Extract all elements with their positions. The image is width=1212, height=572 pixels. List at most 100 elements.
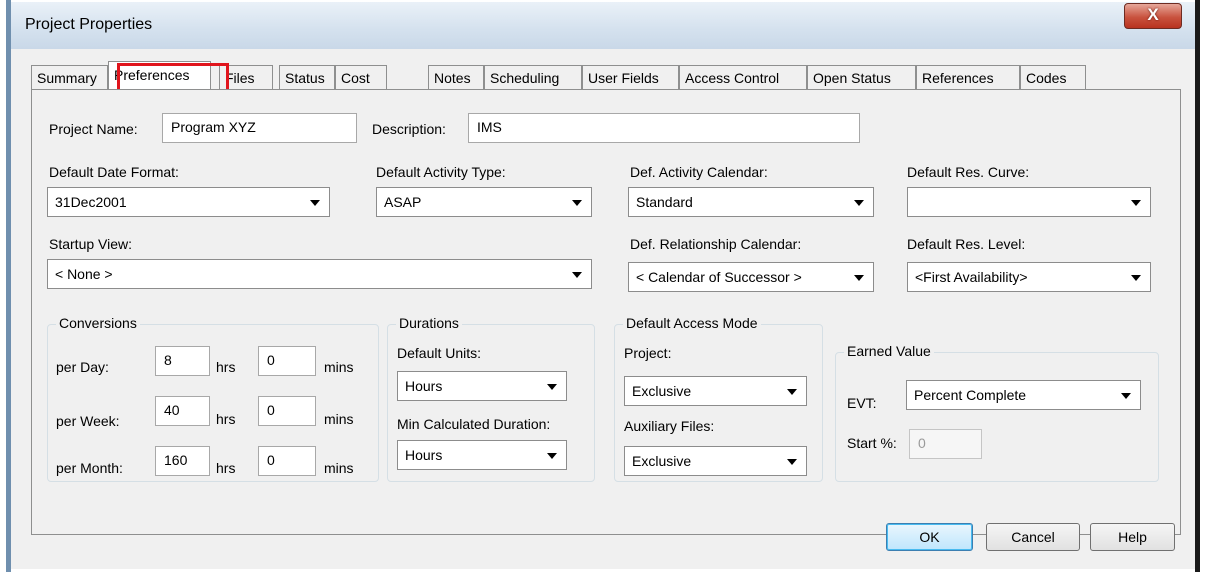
per-day-label: per Day: (56, 359, 109, 375)
per-week-label: per Week: (56, 413, 120, 429)
project-name-input[interactable]: Program XYZ (162, 113, 357, 143)
durations-title: Durations (396, 315, 462, 331)
hrs-unit: hrs (216, 359, 236, 375)
tab-cost[interactable]: Cost (335, 65, 387, 89)
activity-calendar-label: Def. Activity Calendar: (630, 164, 768, 180)
tab-label: User Fields (588, 70, 659, 86)
window-title: Project Properties (25, 16, 153, 33)
per-month-mins-input[interactable]: 0 (258, 446, 316, 476)
tab-codes[interactable]: Codes (1020, 65, 1086, 89)
tab-scheduling[interactable]: Scheduling (484, 65, 582, 89)
min-calc-duration-value: Hours (405, 447, 443, 463)
res-level-select[interactable]: <First Availability> (907, 262, 1151, 292)
chevron-down-icon (787, 389, 797, 395)
aux-files-value: Exclusive (632, 453, 692, 469)
description-input[interactable]: IMS (468, 113, 860, 143)
tab-label: Files (225, 70, 255, 86)
project-access-label: Project: (624, 345, 672, 361)
startup-view-value: < None > (55, 266, 113, 282)
close-button[interactable]: X (1124, 3, 1182, 29)
evt-value: Percent Complete (914, 387, 1027, 403)
tab-label: Summary (37, 70, 97, 86)
hrs-unit: hrs (216, 411, 236, 427)
date-format-label: Default Date Format: (49, 164, 179, 180)
aux-files-select[interactable]: Exclusive (624, 446, 807, 476)
tab-status[interactable]: Status (279, 65, 335, 89)
date-format-value: 31Dec2001 (55, 194, 127, 210)
per-month-hrs-input[interactable]: 160 (155, 446, 210, 476)
aux-files-label: Auxiliary Files: (624, 418, 715, 434)
start-percent-label: Start %: (847, 435, 897, 451)
tab-label: References (922, 70, 994, 86)
res-curve-select[interactable] (907, 187, 1151, 217)
min-calc-duration-select[interactable]: Hours (397, 440, 567, 470)
ok-button[interactable]: OK (886, 523, 973, 551)
chevron-down-icon (1131, 200, 1141, 206)
project-access-value: Exclusive (632, 383, 692, 399)
tab-label: Notes (434, 70, 471, 86)
tab-summary[interactable]: Summary (31, 65, 108, 89)
chevron-down-icon (547, 453, 557, 459)
help-button[interactable]: Help (1090, 523, 1175, 551)
project-name-label: Project Name: (49, 121, 138, 137)
tab-notes[interactable]: Notes (428, 65, 484, 89)
per-week-hrs-input[interactable]: 40 (155, 396, 210, 426)
tab-label: Codes (1026, 70, 1067, 86)
res-curve-label: Default Res. Curve: (907, 164, 1030, 180)
cancel-button[interactable]: Cancel (986, 523, 1080, 551)
relationship-calendar-label: Def. Relationship Calendar: (630, 236, 802, 252)
res-level-value: <First Availability> (915, 269, 1028, 285)
tab-access-control[interactable]: Access Control (679, 65, 807, 89)
chevron-down-icon (572, 200, 582, 206)
relationship-calendar-select[interactable]: < Calendar of Successor > (628, 262, 874, 292)
chevron-down-icon (572, 272, 582, 278)
tab-references[interactable]: References (916, 65, 1020, 89)
dialog-body: Summary Preferences Files Status Cost No… (11, 49, 1195, 569)
evt-label: EVT: (847, 395, 877, 411)
evt-select[interactable]: Percent Complete (906, 380, 1141, 410)
startup-view-label: Startup View: (49, 236, 133, 252)
default-units-label: Default Units: (397, 345, 482, 361)
activity-calendar-select[interactable]: Standard (628, 187, 874, 217)
chevron-down-icon (787, 459, 797, 465)
earned-value-title: Earned Value (844, 343, 934, 359)
project-access-select[interactable]: Exclusive (624, 376, 807, 406)
startup-view-select[interactable]: < None > (47, 259, 592, 289)
chevron-down-icon (854, 275, 864, 281)
earned-value-group: Earned Value (835, 343, 1159, 482)
close-icon: X (1147, 5, 1159, 24)
chevron-down-icon (310, 200, 320, 206)
chevron-down-icon (547, 384, 557, 390)
window-frame-right (1195, 0, 1200, 572)
activity-type-label: Default Activity Type: (376, 164, 506, 180)
default-units-value: Hours (405, 378, 443, 394)
min-calc-duration-label: Min Calculated Duration: (397, 416, 551, 432)
mins-unit: mins (324, 460, 354, 476)
per-week-mins-input[interactable]: 0 (258, 396, 316, 426)
tab-label: Access Control (685, 70, 780, 86)
tab-label: Scheduling (490, 70, 560, 86)
relationship-calendar-value: < Calendar of Successor > (636, 269, 802, 285)
chevron-down-icon (1121, 393, 1131, 399)
activity-type-select[interactable]: ASAP (376, 187, 592, 217)
tab-open-status[interactable]: Open Status (807, 65, 916, 89)
conversions-group: Conversions (47, 315, 379, 482)
tab-label: Cost (341, 70, 370, 86)
tab-label: Open Status (813, 70, 891, 86)
title-bar[interactable]: Project Properties X (11, 2, 1195, 50)
date-format-select[interactable]: 31Dec2001 (47, 187, 330, 217)
description-label: Description: (372, 121, 446, 137)
access-mode-title: Default Access Mode (623, 315, 761, 331)
activity-calendar-value: Standard (636, 194, 693, 210)
per-day-mins-input[interactable]: 0 (258, 346, 316, 376)
per-month-label: per Month: (56, 460, 123, 476)
activity-type-value: ASAP (384, 194, 422, 210)
start-percent-input: 0 (909, 429, 982, 459)
conversions-title: Conversions (56, 315, 140, 331)
tab-label: Status (285, 70, 325, 86)
default-units-select[interactable]: Hours (397, 371, 567, 401)
hrs-unit: hrs (216, 460, 236, 476)
tab-user-fields[interactable]: User Fields (582, 65, 679, 89)
per-day-hrs-input[interactable]: 8 (155, 346, 210, 376)
mins-unit: mins (324, 411, 354, 427)
